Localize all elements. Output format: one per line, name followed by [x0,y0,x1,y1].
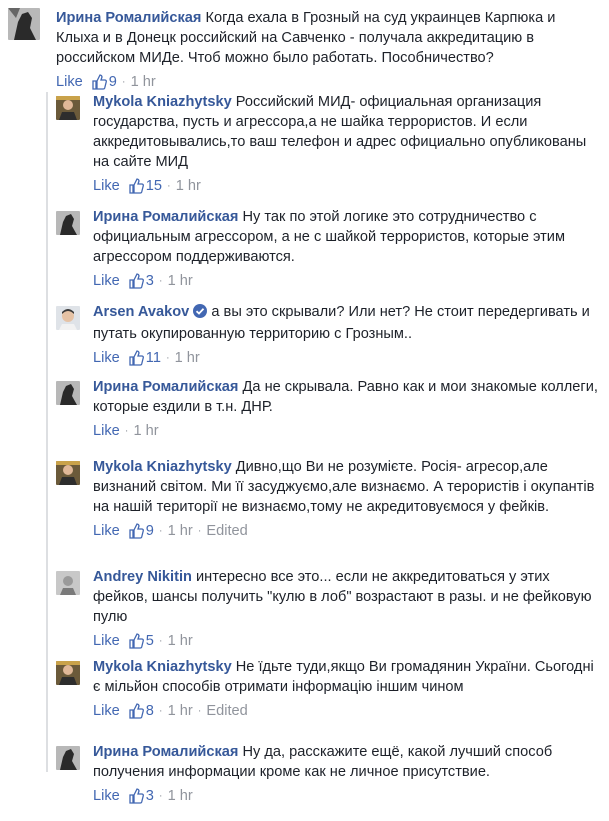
comment-actions: Like 11 · 1 hr [93,348,603,368]
like-button[interactable]: Like [93,421,120,441]
timestamp[interactable]: 1 hr [175,348,200,368]
like-button[interactable]: Like [93,631,120,651]
reaction-count[interactable]: 5 [128,631,154,651]
reaction-count[interactable]: 3 [128,271,154,291]
thumbs-up-icon [92,74,107,90]
timestamp[interactable]: 1 hr [176,176,201,196]
reaction-count[interactable]: 15 [128,176,162,196]
comment-actions: Like · 1 hr [93,421,603,441]
reaction-count[interactable]: 8 [128,701,154,721]
avatar[interactable] [56,746,80,770]
timestamp[interactable]: 1 hr [168,701,193,721]
thumbs-up-icon [129,633,144,649]
avatar[interactable] [56,661,80,685]
separator: · [121,76,126,88]
separator: · [158,525,163,537]
thumbs-up-icon [129,350,144,366]
reaction-count[interactable]: 11 [128,348,161,368]
comment-text: Ирина Ромалийская Ну да, расскажите ещё,… [93,744,553,780]
comment-author[interactable]: Ирина Ромалийская [56,10,201,26]
separator: · [165,352,170,364]
avatar[interactable] [56,211,80,235]
comment-actions: Like 15 · 1 hr [93,176,603,196]
comment-text: Ирина Ромалийская Да не скрывала. Равно … [93,379,598,415]
comment-actions: Like 9 · 1 hr · Edited [93,521,603,541]
comment-text: Mykola Kniazhytsky Дивно,що Ви не розумі… [93,459,595,515]
comment-actions: Like 3 · 1 hr [93,786,603,806]
timestamp[interactable]: 1 hr [168,271,193,291]
edited-label[interactable]: Edited [206,701,247,721]
like-button[interactable]: Like [93,521,120,541]
separator: · [124,425,129,437]
comment-author[interactable]: Andrey Nikitin [93,569,192,585]
comment-actions: Like 5 · 1 hr [93,631,603,651]
comment-text: Mykola Kniazhytsky Не їдьте туди,якщо Ви… [93,659,594,695]
separator: · [158,275,163,287]
thumbs-up-icon [129,178,144,194]
avatar[interactable] [56,306,80,330]
comment-author[interactable]: Mykola Kniazhytsky [93,94,232,110]
like-button[interactable]: Like [56,72,83,92]
like-button[interactable]: Like [93,701,120,721]
verified-badge-icon [193,304,208,324]
separator: · [158,705,163,717]
timestamp[interactable]: 1 hr [168,631,193,651]
comment-text: Andrey Nikitin интересно все это... если… [93,569,592,625]
timestamp[interactable]: 1 hr [131,72,156,92]
reaction-count[interactable]: 3 [128,786,154,806]
comment-actions: Like 9 · 1 hr [56,72,566,92]
comment-text: Mykola Kniazhytsky Российский МИД- офици… [93,94,587,170]
like-button[interactable]: Like [93,348,120,368]
thumbs-up-icon [129,788,144,804]
comment-author[interactable]: Ирина Ромалийская [93,209,238,225]
thumbs-up-icon [129,523,144,539]
like-button[interactable]: Like [93,786,120,806]
comment-actions: Like 3 · 1 hr [93,271,603,291]
avatar[interactable] [8,8,40,40]
comment-actions: Like 8 · 1 hr · Edited [93,701,603,721]
separator: · [197,705,202,717]
edited-label[interactable]: Edited [206,521,247,541]
comment-author[interactable]: Ирина Ромалийская [93,379,238,395]
avatar[interactable] [56,96,80,120]
avatar[interactable] [56,381,80,405]
like-button[interactable]: Like [93,176,120,196]
comment-author[interactable]: Mykola Kniazhytsky [93,459,232,475]
reaction-count[interactable]: 9 [128,521,154,541]
comment-text: Arsen Avakov а вы это скрывали? Или нет?… [93,304,590,342]
avatar[interactable] [56,571,80,595]
thumbs-up-icon [129,273,144,289]
avatar[interactable] [56,461,80,485]
comment-text: Ирина Ромалийская Ну так по этой логике … [93,209,565,265]
separator: · [158,635,163,647]
reaction-count[interactable]: 9 [91,72,117,92]
timestamp[interactable]: 1 hr [133,421,158,441]
like-button[interactable]: Like [93,271,120,291]
separator: · [158,790,163,802]
timestamp[interactable]: 1 hr [168,521,193,541]
replies-thread: Mykola Kniazhytsky Российский МИД- офици… [46,92,606,804]
comment-author[interactable]: Ирина Ромалийская [93,744,238,760]
thumbs-up-icon [129,703,144,719]
timestamp[interactable]: 1 hr [168,786,193,806]
separator: · [197,525,202,537]
comment-text: Ирина Ромалийская Когда ехала в Грозный … [56,10,556,66]
comment-author[interactable]: Arsen Avakov [93,304,189,320]
comment-author[interactable]: Mykola Kniazhytsky [93,659,232,675]
separator: · [167,180,171,192]
